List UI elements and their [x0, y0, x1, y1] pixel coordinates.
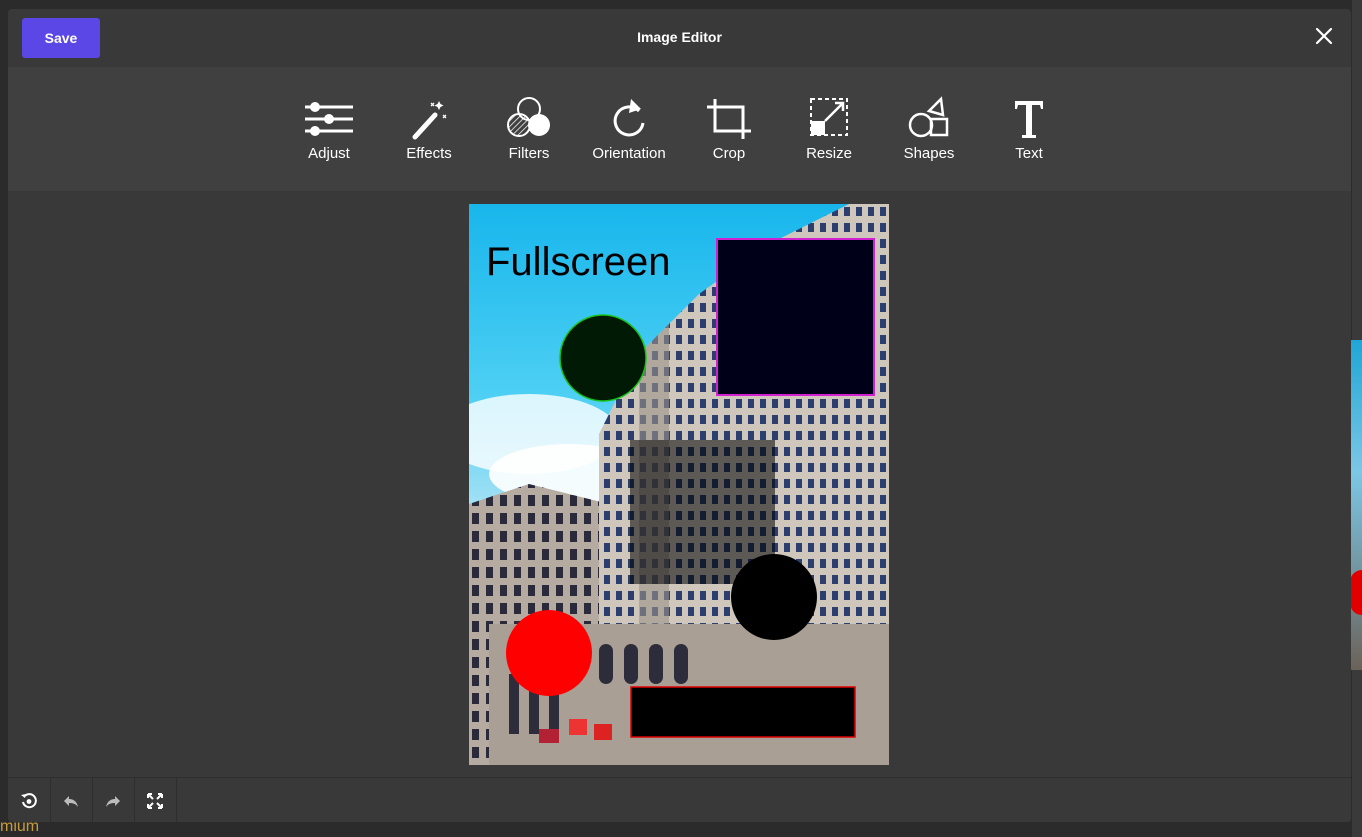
- tool-label: Shapes: [903, 145, 955, 162]
- modal-title: Image Editor: [637, 29, 722, 45]
- sliders-icon: [305, 102, 353, 136]
- editor-footer: [8, 777, 1351, 822]
- close-icon[interactable]: [1315, 27, 1333, 45]
- tool-filters[interactable]: Filters: [479, 95, 579, 175]
- undo-icon: [64, 795, 78, 807]
- tool-label: Effects: [406, 145, 452, 162]
- crop-icon: [707, 99, 751, 139]
- redo-icon: [106, 795, 120, 807]
- tool-resize[interactable]: Resize: [779, 95, 879, 175]
- tool-label: Orientation: [592, 145, 666, 162]
- edited-image[interactable]: Fullscreen: [469, 204, 889, 765]
- tool-effects[interactable]: Effects: [379, 95, 479, 175]
- tool-label: Adjust: [308, 145, 350, 162]
- tool-crop[interactable]: Crop: [679, 95, 779, 175]
- tool-adjust[interactable]: Adjust: [279, 95, 379, 175]
- shapes-icon: [908, 96, 949, 138]
- filters-icon: [507, 97, 550, 137]
- redo-button[interactable]: [92, 778, 135, 822]
- canvas-text-overlay: Fullscreen: [486, 240, 671, 284]
- magic-wand-icon: [412, 101, 447, 140]
- tool-label: Crop: [712, 145, 746, 162]
- fullscreen-icon: [147, 792, 163, 809]
- tool-label: Filters: [508, 145, 550, 162]
- canvas-area: Fullscreen: [8, 191, 1351, 777]
- tool-shapes[interactable]: Shapes: [879, 95, 979, 175]
- modal-header: Save Image Editor: [8, 9, 1351, 67]
- reset-button[interactable]: [8, 778, 51, 822]
- tool-label: Text: [1015, 145, 1043, 162]
- fullscreen-button[interactable]: [134, 778, 177, 822]
- background-image-thumbnail: [1350, 340, 1362, 670]
- reset-icon: [21, 792, 37, 808]
- tool-text[interactable]: Text: [979, 95, 1079, 175]
- undo-button[interactable]: [50, 778, 93, 822]
- rotate-icon: [613, 99, 645, 137]
- text-icon: [1015, 101, 1043, 138]
- image-editor-modal: Save Image Editor Adjust Effects Filters…: [8, 9, 1351, 822]
- tool-label: Resize: [806, 145, 852, 162]
- resize-icon: [810, 98, 848, 136]
- tool-bar: Adjust Effects Filters Orientation Crop …: [8, 67, 1351, 191]
- tool-orientation[interactable]: Orientation: [579, 95, 679, 175]
- background-red-shape: [1350, 570, 1362, 615]
